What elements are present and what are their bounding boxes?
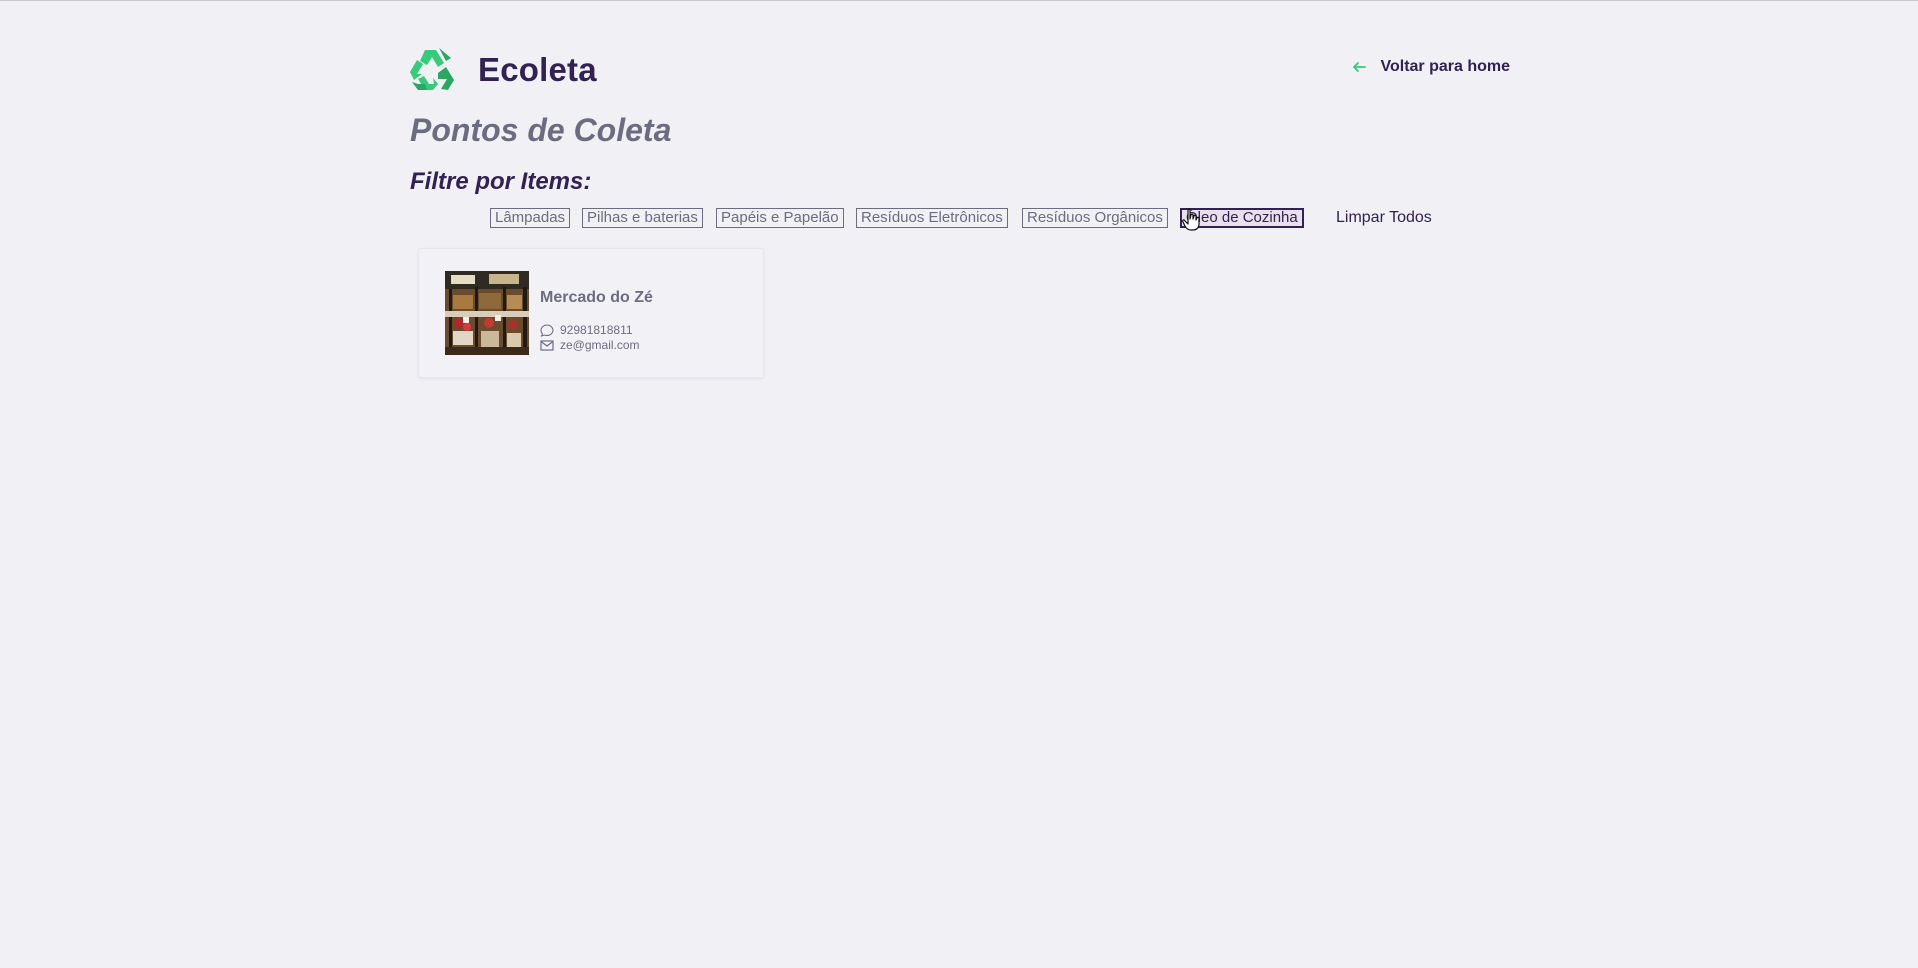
clear-all-filters-button[interactable]: Limpar Todos: [1336, 208, 1432, 228]
filter-chip-residuos-eletronicos[interactable]: Resíduos Eletrônicos: [856, 208, 1008, 228]
mail-icon: [540, 339, 554, 351]
point-email: ze@gmail.com: [560, 338, 640, 352]
page-header: Ecoleta Voltar para home: [408, 46, 1512, 96]
logo[interactable]: Ecoleta: [408, 46, 597, 94]
filter-chip-pilhas-baterias[interactable]: Pilhas e baterias: [582, 208, 703, 228]
arrow-left-icon: [1353, 62, 1367, 72]
filter-chip-papeis-papelao[interactable]: Papéis e Papelão: [716, 208, 844, 228]
recycle-logo-icon: [410, 48, 454, 90]
market-photo: [445, 271, 529, 355]
page-title: Pontos de Coleta: [410, 112, 672, 148]
filter-chip-residuos-organicos[interactable]: Resíduos Orgânicos: [1022, 208, 1168, 228]
back-link-label: Voltar para home: [1380, 58, 1510, 75]
point-email-row: ze@gmail.com: [540, 338, 640, 352]
point-phone: 92981818811: [560, 323, 633, 337]
window-top-border: [0, 0, 1918, 1]
collection-point-card[interactable]: Mercado do Zé 92981818811 ze@gmail.com: [418, 248, 764, 378]
filter-chip-oleo-cozinha[interactable]: Óleo de Cozinha: [1180, 208, 1304, 228]
logo-text: Ecoleta: [478, 51, 597, 88]
filter-chip-lampadas[interactable]: Lâmpadas: [490, 208, 571, 228]
point-name: Mercado do Zé: [540, 289, 653, 306]
point-phone-row: 92981818811: [540, 323, 633, 337]
back-to-home-link[interactable]: Voltar para home: [1350, 58, 1510, 76]
filter-title: Filtre por Items:: [410, 168, 592, 195]
whatsapp-icon: [540, 323, 554, 337]
